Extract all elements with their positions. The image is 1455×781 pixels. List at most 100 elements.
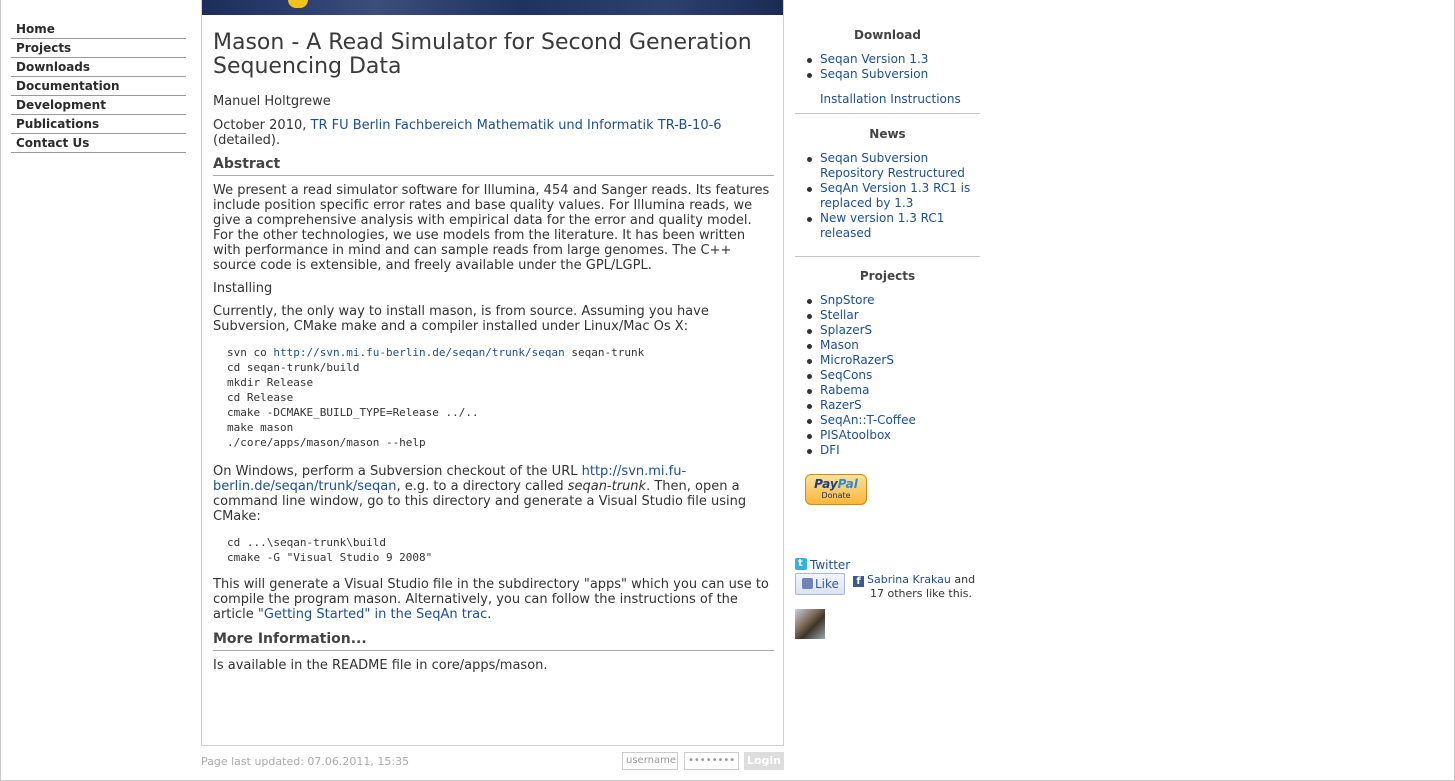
project-link[interactable]: SplazerS: [820, 323, 872, 337]
twitter-icon: [795, 556, 807, 571]
project-link[interactable]: RazerS: [820, 398, 862, 412]
code-svn-prefix: svn co: [227, 346, 274, 359]
visual-studio-text: This will generate a Visual Studio file …: [213, 577, 774, 622]
download-list: Seqan Version 1.3 Seqan Subversion: [795, 52, 980, 82]
like-label: Like: [815, 577, 839, 591]
project-link[interactable]: PISAtoolbox: [820, 428, 891, 442]
article-date: October 2010, TR FU Berlin Fachbereich M…: [213, 118, 774, 148]
right-sidebar: Download Seqan Version 1.3 Seqan Subvers…: [795, 28, 980, 639]
facebook-friend-link[interactable]: Sabrina Krakau: [867, 573, 951, 586]
code-line: cd seqan-trunk/build: [227, 361, 360, 374]
project-link[interactable]: SeqAn::T-Coffee: [820, 413, 916, 427]
windows-code-block: cd ...\seqan-trunk\build cmake -G "Visua…: [227, 535, 774, 565]
list-item: SeqAn Version 1.3 RC1 is replaced by 1.3: [807, 181, 980, 211]
main-nav: Home Projects Downloads Documentation De…: [11, 20, 186, 153]
nav-documentation[interactable]: Documentation: [11, 77, 186, 96]
project-link[interactable]: SnpStore: [820, 293, 875, 307]
list-item: SeqCons: [807, 368, 980, 383]
win-text-2: , e.g. to a directory called: [396, 479, 568, 494]
list-item: SnpStore: [807, 293, 980, 308]
installing-label: Installing: [213, 281, 273, 296]
thumbs-up-icon: [802, 578, 813, 589]
install-intro: Currently, the only way to install mason…: [213, 304, 709, 334]
article: Mason - A Read Simulator for Second Gene…: [213, 31, 774, 673]
project-link[interactable]: Stellar: [820, 308, 859, 322]
paypal-donate-label: Donate: [821, 491, 851, 500]
list-item: Seqan Subversion: [807, 67, 980, 82]
paypal-pal: Pal: [837, 477, 858, 491]
windows-intro: On Windows, perform a Subversion checkou…: [213, 464, 774, 524]
download-seqan-1-3[interactable]: Seqan Version 1.3: [820, 52, 928, 66]
code-line: cmake -DCMAKE_BUILD_TYPE=Release ../..: [227, 406, 479, 419]
list-item: SeqAn::T-Coffee: [807, 413, 980, 428]
facebook-social-text: f Sabrina Krakau and 17 others like this.: [853, 573, 983, 601]
nav-projects[interactable]: Projects: [11, 39, 186, 58]
readme-text: Is available in the README file in core/…: [213, 658, 548, 673]
more-information-heading: More Information...: [213, 632, 774, 651]
news-item[interactable]: New version 1.3 RC1 released: [820, 211, 944, 240]
nav-contact-us[interactable]: Contact Us: [11, 134, 186, 153]
list-item: RazerS: [807, 398, 980, 413]
header-banner: [202, 0, 783, 15]
svn-url-link[interactable]: http://svn.mi.fu-berlin.de/seqan/trunk/s…: [273, 346, 564, 359]
installation-instructions-link[interactable]: Installation Instructions: [820, 92, 980, 107]
password-input[interactable]: ••••••••: [684, 752, 739, 770]
tech-report-link[interactable]: TR FU Berlin Fachbereich Mathematik und …: [311, 118, 722, 133]
list-item: New version 1.3 RC1 released: [807, 211, 980, 241]
vs-text-end: .: [487, 607, 492, 622]
footer: Page last updated: 07.06.2011, 15:35 use…: [201, 752, 784, 772]
last-updated: Page last updated: 07.06.2011, 15:35: [201, 755, 410, 768]
project-link[interactable]: Mason: [820, 338, 859, 352]
paypal-logo: PayPal: [806, 477, 866, 491]
avatar[interactable]: [795, 609, 825, 639]
download-seqan-subversion[interactable]: Seqan Subversion: [820, 67, 928, 81]
nav-downloads[interactable]: Downloads: [11, 58, 186, 77]
login-button[interactable]: Login: [744, 752, 784, 770]
project-link[interactable]: MicroRazerS: [820, 353, 894, 367]
list-item: Seqan Version 1.3: [807, 52, 980, 67]
news-item[interactable]: Seqan Subversion Repository Restructured: [820, 151, 965, 180]
getting-started-link[interactable]: "Getting Started" in the SeqAn trac: [258, 607, 487, 622]
code-line: mkdir Release: [227, 376, 314, 389]
news-item[interactable]: SeqAn Version 1.3 RC1 is replaced by 1.3: [820, 181, 970, 210]
facebook-icon: f: [853, 576, 864, 587]
list-item: PISAtoolbox: [807, 428, 980, 443]
fb-others-text: 17 others like this.: [870, 587, 972, 600]
twitter-label[interactable]: Twitter: [810, 558, 850, 572]
page-title: Mason - A Read Simulator for Second Gene…: [213, 30, 752, 79]
code-line: make mason: [227, 421, 294, 434]
list-item: MicroRazerS: [807, 353, 980, 368]
username-input[interactable]: username: [622, 752, 678, 770]
abstract-heading: Abstract: [213, 157, 774, 176]
paypal-donate-button[interactable]: PayPal Donate: [805, 474, 867, 505]
list-item: Seqan Subversion Repository Restructured: [807, 151, 980, 181]
facebook-like-button[interactable]: Like: [795, 573, 845, 595]
news-list: Seqan Subversion Repository Restructured…: [795, 151, 980, 241]
code-line: cmake -G "Visual Studio 9 2008": [227, 551, 433, 564]
paypal-pay: Pay: [814, 477, 838, 491]
twitter-link[interactable]: Twitter: [795, 556, 850, 573]
nav-publications[interactable]: Publications: [11, 115, 186, 134]
date-suffix: (detailed).: [213, 133, 281, 148]
project-link[interactable]: DFI: [820, 443, 840, 457]
banner-logo: [288, 0, 308, 8]
nav-development[interactable]: Development: [11, 96, 186, 115]
projects-list: SnpStore Stellar SplazerS Mason MicroRaz…: [795, 293, 980, 458]
win-directory: seqan-trunk: [567, 479, 647, 494]
project-link[interactable]: Rabema: [820, 383, 869, 397]
list-item: DFI: [807, 443, 980, 458]
nav-home[interactable]: Home: [11, 20, 186, 39]
install-code-block: svn co http://svn.mi.fu-berlin.de/seqan/…: [227, 345, 774, 450]
main-content: Mason - A Read Simulator for Second Gene…: [201, 0, 784, 746]
code-line: cd Release: [227, 391, 294, 404]
download-heading: Download: [854, 28, 921, 42]
code-line: cd ...\seqan-trunk\build: [227, 536, 386, 549]
article-author: Manuel Holtgrewe: [213, 94, 331, 109]
project-link[interactable]: SeqCons: [820, 368, 872, 382]
list-item: SplazerS: [807, 323, 980, 338]
list-item: Rabema: [807, 383, 980, 398]
news-heading: News: [869, 127, 906, 141]
date-prefix: October 2010,: [213, 118, 311, 133]
abstract-text: We present a read simulator software for…: [213, 183, 770, 273]
fb-and: and: [950, 573, 976, 586]
